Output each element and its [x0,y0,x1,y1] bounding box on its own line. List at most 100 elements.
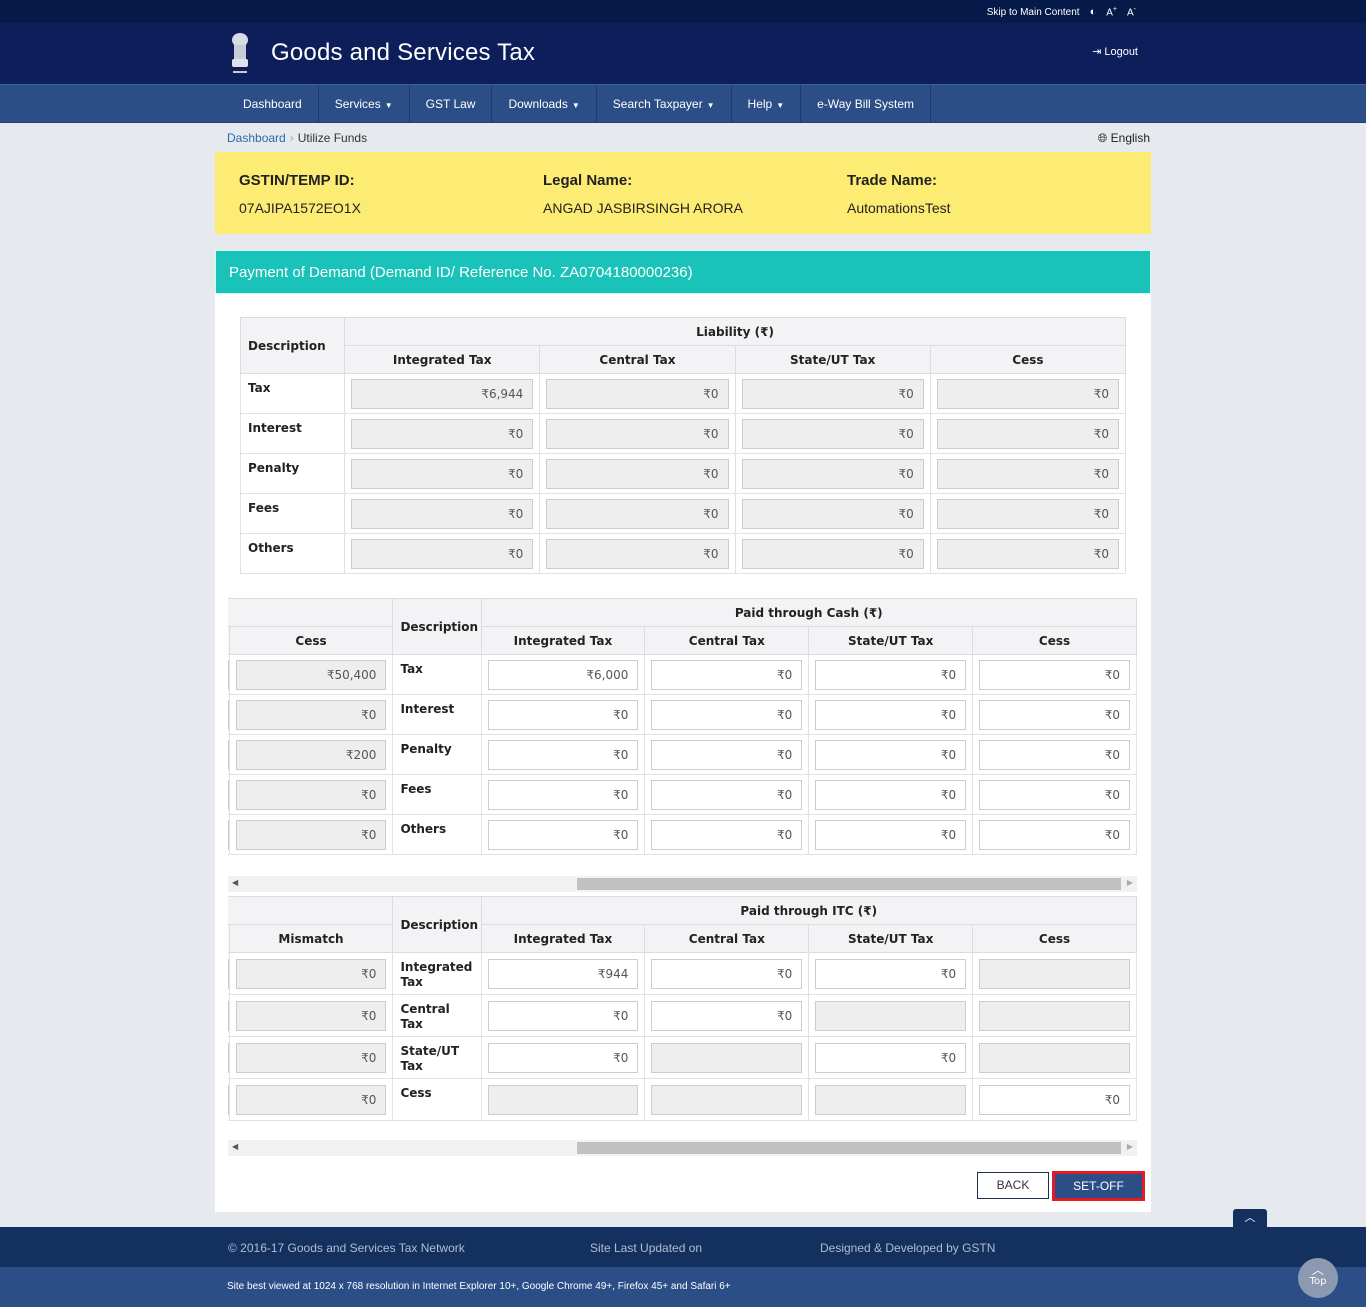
row-label: Fees [239,493,346,534]
itc-column-header: Central Tax [644,924,810,953]
nav-label: Services [334,97,381,111]
back-to-top-button[interactable]: ︿ Top [1298,1258,1338,1298]
table-row: Others ₹0 ₹0 ₹0 ₹0 [239,533,1127,574]
cash-amount-input[interactable]: ₹0 [815,699,967,730]
liability-amount-field: ₹0 [546,378,729,409]
cash-amount-input[interactable]: ₹0 [487,819,639,850]
cash-amount-input[interactable]: ₹0 [651,779,803,810]
table-cell: ₹0 [644,774,810,815]
site-title[interactable]: Goods and Services Tax [271,39,535,67]
table-row: 0₹0State/UT Tax₹0₹0 [228,1036,1137,1079]
logout-link[interactable]: ⇥ Logout [1092,45,1138,59]
back-button[interactable]: BACK [977,1172,1049,1199]
cash-amount-input[interactable]: ₹0 [815,659,967,690]
itc-column-header: State/UT Tax [808,924,974,953]
table-cell: ₹0 [539,533,736,574]
cash-amount-input[interactable]: ₹6,000 [487,659,639,690]
scroll-right-arrow-icon[interactable]: ▶ [1127,878,1133,887]
table-cell: ₹0 [539,413,736,454]
cash-left-amount-field: ₹200 [235,739,387,770]
cash-table-scroll-area[interactable]: Description Paid through Cash (₹) Cess I… [228,598,1137,858]
table-cell: ₹0 [480,734,646,775]
set-off-button[interactable]: SET-OFF [1052,1171,1145,1201]
logout-label: Logout [1104,45,1138,58]
table-cell: ₹0 [644,694,810,735]
cash-amount-input[interactable]: ₹0 [651,659,803,690]
cash-amount-input[interactable]: ₹0 [487,699,639,730]
table-cell: ₹0 [228,952,394,995]
table-row: Fees ₹0 ₹0 ₹0 ₹0 [239,493,1127,534]
scroll-left-arrow-icon[interactable]: ◀ [232,1142,238,1151]
itc-table-scroll-area[interactable]: Description Paid through ITC (₹) Mismatc… [228,896,1137,1124]
skip-to-main-link[interactable]: Skip to Main Content [987,7,1080,18]
font-decrease-button[interactable]: A- [1127,6,1136,18]
row-label: Penalty [392,734,482,775]
scrollbar-thumb[interactable] [577,1142,1121,1154]
cash-horizontal-scrollbar[interactable]: ◀ ▶ [228,876,1137,892]
liability-column-header: Integrated Tax [344,345,541,374]
nav-label: Search Taxpayer [612,97,703,111]
scroll-left-arrow-icon[interactable]: ◀ [232,878,238,887]
cash-amount-input[interactable]: ₹0 [487,779,639,810]
liability-amount-field: ₹0 [936,498,1119,529]
font-increase-button[interactable]: A+ [1106,6,1117,18]
scroll-up-tab[interactable]: ︿ [1233,1209,1267,1228]
nav-dashboard[interactable]: Dashboard [227,85,319,123]
language-selector[interactable]: 🌐︎ English [1098,131,1150,146]
cash-column-header: State/UT Tax [808,626,974,655]
table-cell: ₹0 [972,694,1137,735]
nav-label: GST Law [425,97,476,111]
main-nav: Dashboard Services ▼ GST Law Downloads ▼ S… [0,84,1366,123]
nav-downloads[interactable]: Downloads ▼ [492,85,597,123]
table-cell: ₹0 [539,453,736,494]
itc-amount-input[interactable]: ₹944 [487,958,639,989]
cash-amount-input[interactable]: ₹0 [651,699,803,730]
itc-amount-input[interactable]: ₹0 [651,1000,803,1031]
cash-amount-input[interactable]: ₹0 [979,779,1130,810]
cash-column-header: Cess [972,626,1137,655]
cash-amount-input[interactable]: ₹0 [979,699,1130,730]
cash-amount-input[interactable]: ₹0 [651,819,803,850]
cash-amount-input[interactable]: ₹0 [815,739,967,770]
table-cell: ₹0 [808,952,974,995]
cash-amount-input[interactable]: ₹0 [487,739,639,770]
trade-name-block: Trade Name: AutomationsTest [847,172,951,216]
itc-amount-input [815,1084,967,1115]
itc-amount-input[interactable]: ₹0 [815,1042,967,1073]
nav-label: Help [747,97,773,111]
national-emblem-icon[interactable] [226,31,254,77]
gstin-value: 07AJIPA1572EO1X [239,200,361,216]
legal-name-block: Legal Name: ANGAD JASBIRSINGH ARORA [543,172,743,216]
cash-amount-input[interactable]: ₹0 [815,779,967,810]
gstin-label: GSTIN/TEMP ID: [239,172,355,189]
nav-label: e-Way Bill System [817,97,915,111]
row-label: Integrated Tax [392,952,482,995]
scrollbar-thumb[interactable] [577,878,1121,890]
cash-column-header: Central Tax [644,626,810,655]
itc-amount-input[interactable]: ₹0 [487,1000,639,1031]
itc-horizontal-scrollbar[interactable]: ◀ ▶ [228,1140,1137,1156]
table-cell: ₹0 [734,493,931,534]
contrast-icon[interactable]: ◐ [1090,6,1097,18]
itc-amount-input[interactable]: ₹0 [487,1042,639,1073]
table-cell: ₹0 [929,453,1127,494]
cash-amount-input[interactable]: ₹0 [815,819,967,850]
cash-amount-input[interactable]: ₹0 [651,739,803,770]
itc-amount-input[interactable]: ₹0 [815,958,967,989]
nav-services[interactable]: Services ▼ [319,85,410,123]
nav-eway-bill[interactable]: e-Way Bill System [801,85,932,123]
cash-amount-input[interactable]: ₹0 [979,659,1130,690]
nav-search-taxpayer[interactable]: Search Taxpayer ▼ [597,85,732,123]
scroll-right-arrow-icon[interactable]: ▶ [1127,1142,1133,1151]
itc-column-header: Cess [972,924,1137,953]
nav-help[interactable]: Help ▼ [732,85,802,123]
breadcrumb-dashboard[interactable]: Dashboard [227,131,286,145]
cash-amount-input[interactable]: ₹0 [979,739,1130,770]
legal-name-value: ANGAD JASBIRSINGH ARORA [543,200,743,216]
itc-amount-input[interactable]: ₹0 [651,958,803,989]
cash-amount-input[interactable]: ₹0 [979,819,1130,850]
nav-gst-law[interactable]: GST Law [410,85,493,123]
itc-amount-input[interactable]: ₹0 [979,1084,1130,1115]
language-label: English [1110,131,1150,145]
table-cell [972,952,1137,995]
